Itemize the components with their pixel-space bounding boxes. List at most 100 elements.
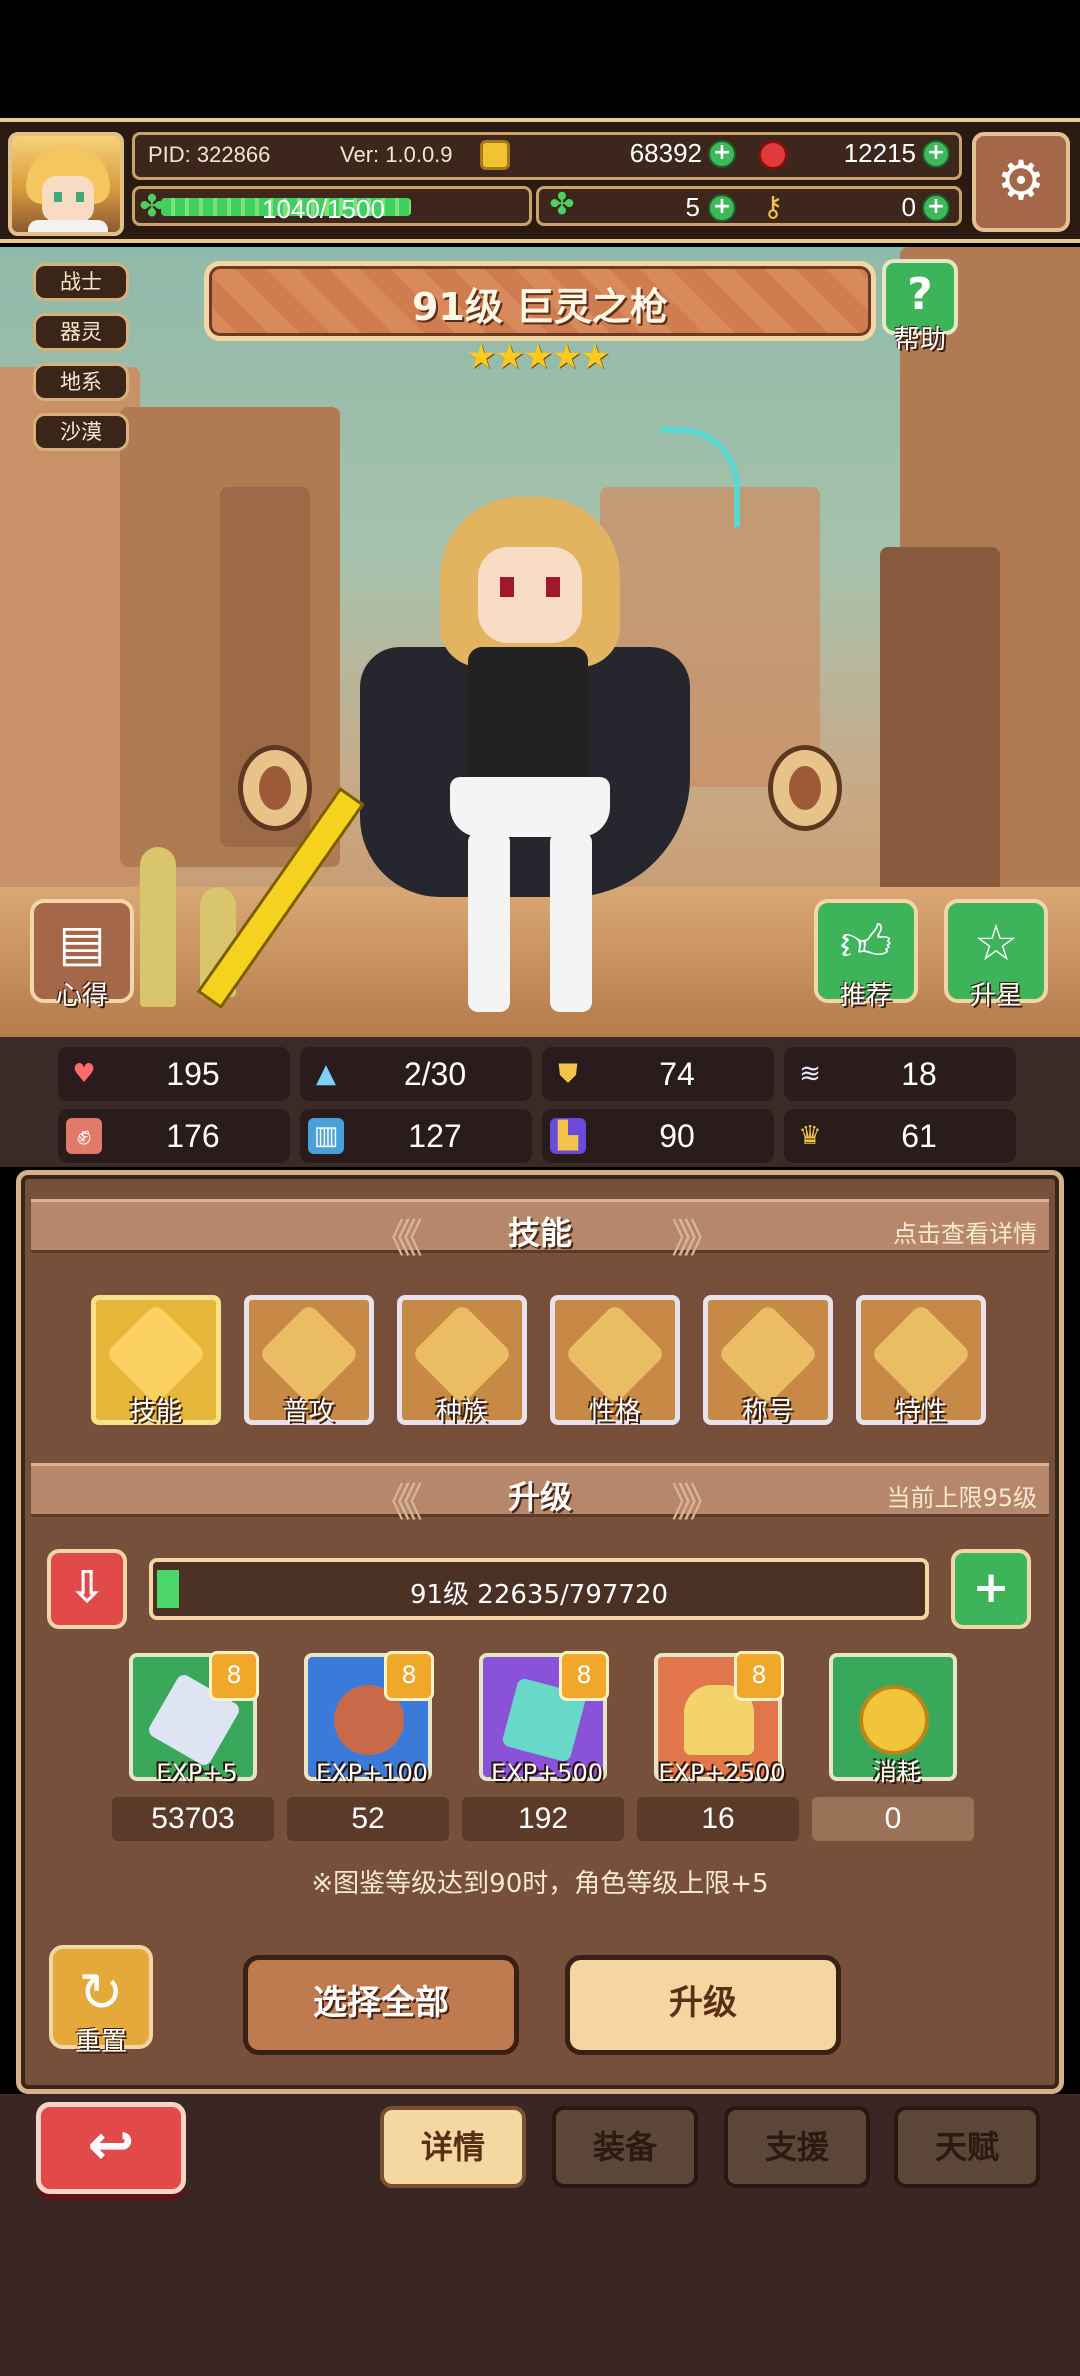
item-badge: 8 xyxy=(559,1651,609,1701)
upgrade-button[interactable]: 升级 xyxy=(565,1955,841,2055)
clover-amount: 5 xyxy=(685,192,700,222)
question-icon: ? xyxy=(907,269,933,320)
skills-section-header: 《《《 》》》 技能 点击查看详情 xyxy=(31,1199,1049,1262)
skill-slot-trait[interactable]: 特性 xyxy=(856,1295,986,1427)
skill-slot-title[interactable]: 称号 xyxy=(703,1295,833,1427)
return-arrow-icon: ↩ xyxy=(87,2113,135,2178)
exp-item-huge[interactable]: 8 EXP+2500 xyxy=(654,1651,786,1787)
item-count: 52 xyxy=(287,1797,449,1841)
bug-emblem-icon xyxy=(564,1303,666,1405)
level-down-button[interactable]: ⇩ xyxy=(47,1549,127,1629)
gold-amount: 68392 xyxy=(629,138,702,168)
book-icon: ▥ xyxy=(308,1118,344,1154)
character-sprite[interactable] xyxy=(196,477,740,1037)
consume-count: 0 xyxy=(812,1797,974,1841)
item-badge: 8 xyxy=(384,1651,434,1701)
thumbs-up-icon: 👍︎ xyxy=(839,914,893,972)
level-progress-text: 91级 22635/797720 xyxy=(409,1580,669,1610)
right-rune-icon[interactable] xyxy=(768,745,842,831)
exp-item-large[interactable]: 8 EXP+500 xyxy=(479,1651,609,1787)
character-scene: 战士 器灵 地系 沙漠 91级 巨灵之枪 ★★★★★ ? 帮助 ▤ 心得 👍︎ … xyxy=(0,247,1080,1037)
item-count: 192 xyxy=(462,1797,624,1841)
stat-agility[interactable]: ▙ 90 xyxy=(542,1109,774,1163)
heart-crest-icon xyxy=(105,1303,207,1405)
star-icon: ☆ xyxy=(973,914,1019,972)
pid-label: PID: 322866 xyxy=(148,142,271,167)
tab-talent[interactable]: 天赋 xyxy=(894,2106,1040,2188)
plus-icon: + xyxy=(972,1562,1010,1613)
skill-slot-race[interactable]: 种族 xyxy=(397,1295,527,1427)
boot-icon: ▙ xyxy=(550,1118,586,1154)
fist-icon: ✊︎ xyxy=(66,1118,102,1154)
sword-icon xyxy=(258,1303,360,1405)
consume-gold-item: 消耗 xyxy=(829,1653,957,1786)
shield-icon: ⛊ xyxy=(558,1059,578,1089)
tab-support[interactable]: 支援 xyxy=(724,2106,870,2188)
item-count: 16 xyxy=(637,1797,799,1841)
key-amount: 0 xyxy=(901,192,916,222)
tab-equipment[interactable]: 装备 xyxy=(552,2106,698,2188)
gear-icon: ⚙ xyxy=(996,149,1046,212)
skill-slot-skill[interactable]: 技能 xyxy=(91,1295,221,1427)
stat-luck[interactable]: ♛ 61 xyxy=(784,1109,1016,1163)
player-avatar[interactable] xyxy=(8,132,124,236)
character-title: 91级 巨灵之枪 xyxy=(411,285,669,329)
skills-hint[interactable]: 点击查看详情 xyxy=(893,1214,1037,1249)
stat-hp[interactable]: ♥ 195 xyxy=(58,1047,290,1101)
version-label: Ver: 1.0.0.9 xyxy=(340,142,453,167)
add-gold-button[interactable]: + xyxy=(708,140,736,168)
add-clover-button[interactable]: + xyxy=(708,194,736,222)
star-rating: ★★★★★ xyxy=(466,337,610,377)
refresh-icon: ↻ xyxy=(78,1961,124,2024)
clover-currency-icon: ✤ xyxy=(549,187,575,222)
stats-panel: ♥ 195 ▲ 2/30 ⛊ 74 ≋ 18 ✊︎ 176 ▥ 127 ▙ 90… xyxy=(0,1037,1080,1167)
tag-element[interactable]: 地系 xyxy=(33,363,129,401)
tag-class[interactable]: 战士 xyxy=(33,263,129,301)
gem-amount: 12215 xyxy=(843,138,916,168)
stat-defense[interactable]: ⛊ 74 xyxy=(542,1047,774,1101)
skill-slot-normal-attack[interactable]: 普攻 xyxy=(244,1295,374,1427)
stat-magic[interactable]: ▥ 127 xyxy=(300,1109,532,1163)
level-cap-note: ※图鉴等级达到90时，角色等级上限+5 xyxy=(311,1869,769,1899)
tag-type[interactable]: 器灵 xyxy=(33,313,129,351)
left-rune-icon[interactable] xyxy=(238,745,312,831)
add-gem-button[interactable]: + xyxy=(922,140,950,168)
crown-icon: ♛ xyxy=(798,1121,822,1151)
stat-speed[interactable]: ≋ 18 xyxy=(784,1047,1016,1101)
item-count: 53703 xyxy=(112,1797,274,1841)
exp-item-small[interactable]: 8 EXP+5 xyxy=(129,1651,259,1787)
stat-mana[interactable]: ▲ 2/30 xyxy=(300,1047,532,1101)
scroll-icon: ▤ xyxy=(58,914,106,972)
tips-label: 心得 xyxy=(55,981,108,1011)
water-drop-icon: ▲ xyxy=(316,1059,336,1089)
select-all-button[interactable]: 选择全部 xyxy=(243,1955,519,2055)
exp-text: 1040/1500 xyxy=(262,194,385,224)
add-key-button[interactable]: + xyxy=(922,194,950,222)
gold-coin-icon xyxy=(859,1685,929,1755)
recommend-label: 推荐 xyxy=(839,981,892,1011)
exp-item-medium[interactable]: 8 EXP+100 xyxy=(304,1651,434,1787)
wing-icon: ≋ xyxy=(799,1059,821,1089)
clover-icon: ✤ xyxy=(139,189,165,224)
item-badge: 8 xyxy=(209,1651,259,1701)
bottom-nav: ↩ 详情 装备 支援 天赋 xyxy=(0,2094,1080,2376)
settings-gear-button[interactable]: ⚙ xyxy=(972,132,1070,232)
back-button[interactable]: ↩ xyxy=(36,2102,186,2194)
crown-emblem-icon xyxy=(411,1303,513,1405)
tag-terrain[interactable]: 沙漠 xyxy=(33,413,129,451)
skill-slot-personality[interactable]: 性格 xyxy=(550,1295,680,1427)
sword-icon xyxy=(870,1303,972,1405)
download-arrow-icon: ⇩ xyxy=(68,1562,106,1613)
gold-coin-icon xyxy=(480,140,510,170)
level-progress-bar: 91级 22635/797720 xyxy=(149,1558,929,1620)
detail-panel: 《《《 》》》 技能 点击查看详情 技能 普攻 种族 性格 称号 特性 《《《 … xyxy=(16,1170,1064,2094)
tab-details[interactable]: 详情 xyxy=(380,2106,526,2188)
help-label: 帮助 xyxy=(893,325,946,355)
heart-icon: ♥ xyxy=(72,1059,96,1089)
reset-label: 重置 xyxy=(74,2027,127,2057)
level-up-plus-button[interactable]: + xyxy=(951,1549,1031,1629)
top-header: PID: 322866 Ver: 1.0.0.9 68392 + 12215 +… xyxy=(0,118,1080,243)
red-gem-icon xyxy=(758,140,788,170)
character-title-plate: 91级 巨灵之枪 xyxy=(204,261,876,341)
stat-attack[interactable]: ✊︎ 176 xyxy=(58,1109,290,1163)
